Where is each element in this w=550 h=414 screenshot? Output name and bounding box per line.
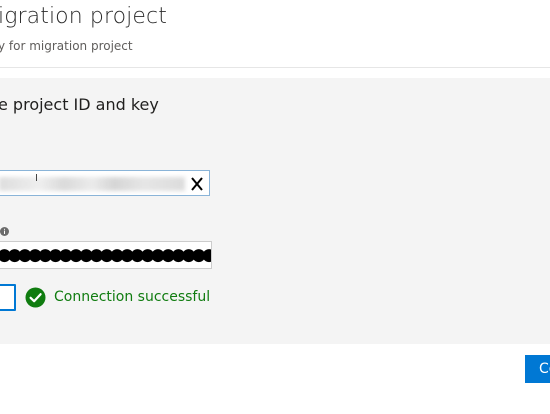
connection-status-text: Connection successful (54, 289, 211, 305)
close-icon[interactable] (187, 176, 207, 192)
key-input[interactable]: ●●●●●●●●●●●●●●●●●●●●●●●●●●●●●●●●●●●●● (0, 241, 212, 269)
text-cursor (36, 174, 37, 181)
page-title: igration project (0, 4, 167, 29)
connect-button[interactable] (0, 284, 16, 311)
key-masked-value: ●●●●●●●●●●●●●●●●●●●●●●●●●●●●●●●●●●●●● (0, 245, 212, 265)
check-circle-icon (25, 287, 46, 308)
project-id-value-redacted (0, 177, 185, 191)
primary-action-button[interactable]: Co (525, 355, 550, 383)
section-heading: e project ID and key (0, 95, 159, 114)
page-subtitle: y for migration project (0, 39, 133, 53)
project-id-input[interactable] (0, 170, 210, 196)
info-icon (0, 221, 9, 236)
header-divider (0, 67, 550, 68)
